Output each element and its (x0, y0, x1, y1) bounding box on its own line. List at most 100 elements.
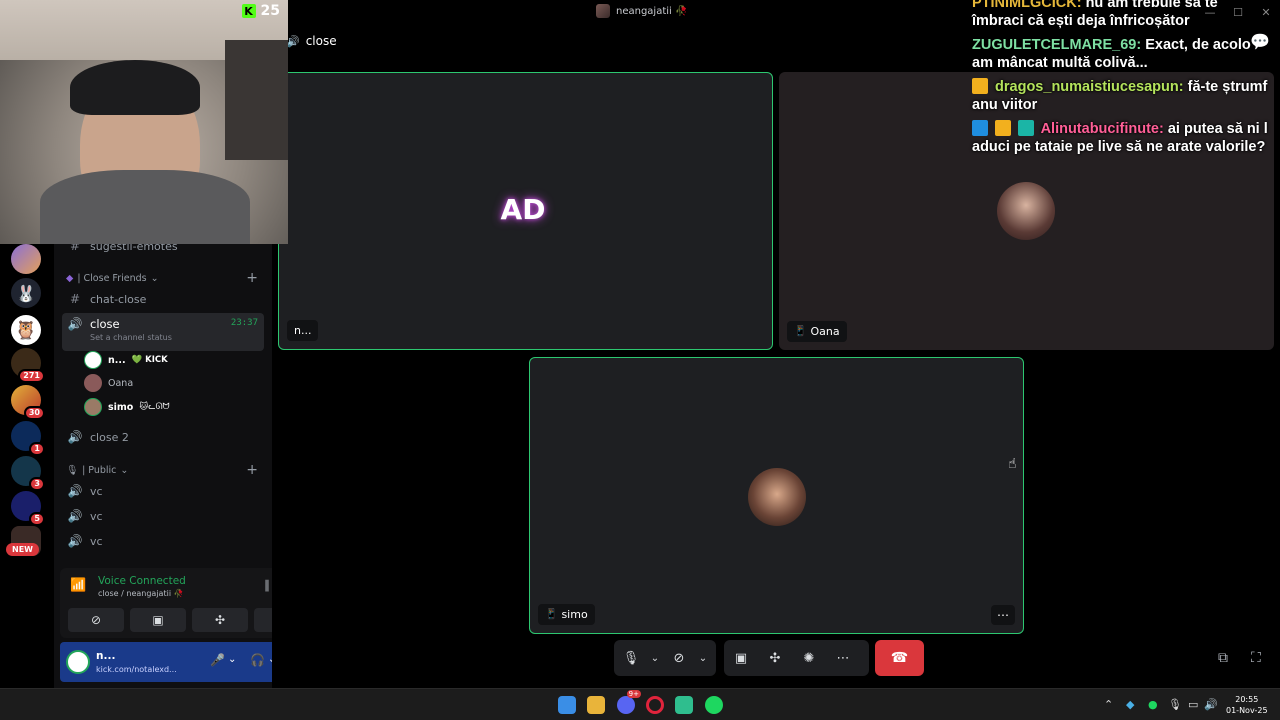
clock-time: 20:55 (1235, 695, 1259, 704)
channel-status-hint[interactable]: Set a channel status (90, 333, 172, 342)
channel-text: close Set a channel status (90, 317, 172, 342)
more-options-button[interactable]: ⋯ (991, 605, 1015, 625)
activities-icon[interactable]: ✣ (758, 651, 792, 666)
chat-message: dragos_numaistiucesapun: fă-te ștrumf an… (972, 78, 1270, 114)
voice-user[interactable]: n... 💚 KICK (84, 351, 168, 369)
participant-name: simo (561, 608, 588, 621)
voice-user[interactable]: Oana (84, 374, 133, 392)
folder-icon: ◆ (66, 273, 74, 284)
user-name: n... (108, 354, 126, 366)
chevron-down-icon[interactable]: ⌄ (228, 654, 236, 665)
more-icon[interactable]: ⋯ (826, 651, 860, 666)
server-icon[interactable]: 🐰 (11, 278, 41, 308)
participant-name: n... (294, 324, 312, 337)
avatar[interactable] (66, 650, 90, 674)
opera-icon[interactable] (646, 696, 664, 714)
app-icon[interactable] (675, 696, 693, 714)
camera-off-button[interactable]: ⊘ (68, 608, 124, 632)
channel-label: close (90, 317, 120, 331)
mic-camera-controls: 🎙 ⌄ ⊘ ⌄ (614, 640, 716, 676)
clock-date: 01-Nov-25 (1226, 706, 1268, 715)
screen-share-icon[interactable]: ▣ (724, 651, 758, 666)
noise-suppression-icon[interactable]: ∥ (264, 578, 270, 592)
hangup-icon: ☎ (890, 650, 909, 666)
chevron-down-icon: ⌄ (150, 273, 159, 284)
user-name[interactable]: n... (96, 650, 115, 662)
participant-tile[interactable]: 📱 simo ⋯ (529, 357, 1024, 634)
channel-vc[interactable]: 🔊 vc (62, 529, 264, 553)
channel-vc[interactable]: 🔊 vc (62, 504, 264, 528)
channel-label: vc (90, 534, 103, 548)
channel-label: vc (90, 484, 103, 498)
popout-icon[interactable]: ⧉ (1218, 650, 1228, 666)
server-icon[interactable]: 1 (11, 421, 45, 456)
add-channel-icon[interactable]: + (246, 270, 258, 286)
chevron-up-icon[interactable]: ⌃ (1104, 698, 1113, 711)
voice-location[interactable]: close / neangajatii 🥀 (98, 589, 184, 598)
moderator-badge-icon (972, 120, 988, 136)
soundboard-icon[interactable]: ✺ (792, 651, 826, 666)
fullscreen-icon[interactable]: ⛶ (1251, 650, 1261, 666)
tray-app-icon[interactable]: ◆ (1126, 698, 1134, 711)
add-channel-icon[interactable]: + (246, 462, 258, 478)
channel-vc[interactable]: 🔊 vc (62, 479, 264, 503)
kick-logo-icon: K (241, 4, 256, 18)
disconnect-button[interactable]: ☎ (875, 640, 924, 676)
speaker-icon: 🔊 (67, 430, 83, 444)
chevron-down-icon[interactable]: ⌄ (696, 653, 710, 664)
channel-close-selected[interactable]: 🔊 close Set a channel status 23:37 (62, 313, 264, 351)
chevron-down-icon: ⌄ (120, 465, 129, 476)
server-icon[interactable]: 3 (11, 456, 45, 491)
avatar (84, 374, 102, 392)
pin-icon: 🎙 (66, 465, 79, 476)
spotify-icon[interactable] (705, 696, 723, 714)
chat-message: ZUGULETCELMARE_69: Exact, de acolo am mâ… (972, 36, 1270, 72)
screen-share-button[interactable]: ▣ (130, 608, 186, 632)
monitor (225, 40, 288, 160)
microphone-icon[interactable]: 🎙 (614, 651, 648, 666)
crown-badge-icon (972, 78, 988, 94)
file-explorer-icon[interactable] (587, 696, 605, 714)
server-icon[interactable]: 🦉 (11, 315, 41, 345)
server-icon[interactable]: 271 (11, 348, 45, 383)
category-close-friends[interactable]: ◆ | Close Friends ⌄ (66, 273, 159, 284)
avatar (748, 468, 806, 526)
speaker-icon: 🔊 (286, 34, 300, 48)
crown-badge-icon (995, 120, 1012, 136)
server-icon[interactable]: 30 (11, 385, 45, 420)
chat-message: PTINIMLGCICK: nu am trebuie să te îmbrac… (972, 0, 1270, 30)
unread-badge: 3 (29, 477, 45, 491)
webcam-overlay: K 25 (0, 0, 288, 244)
chat-username: Alinutabucifinute: (1040, 121, 1164, 137)
clock[interactable]: 20:55 01-Nov-25 (1226, 694, 1268, 716)
call-header: 🔊 close (286, 34, 337, 48)
signal-icon[interactable]: 📶 (70, 578, 86, 593)
microphone-icon[interactable]: 🎙 (1168, 698, 1182, 711)
display-icon[interactable]: ▭ (1188, 698, 1198, 711)
voice-user[interactable]: simo 🐱ᓚᘏᗢ (84, 398, 170, 416)
volume-icon[interactable]: 🔊 (1204, 698, 1218, 711)
channel-close-2[interactable]: 🔊 close 2 (62, 425, 264, 449)
viewer-count: 25 (260, 3, 280, 19)
window-title-text: neangajatii 🥀 (616, 5, 688, 17)
camera-off-icon[interactable]: ⊘ (662, 651, 696, 666)
headphones-icon[interactable]: 🎧 (250, 653, 265, 667)
tray-app-icon[interactable]: ● (1148, 698, 1158, 711)
server-icon[interactable]: 5 (11, 491, 45, 526)
participant-tile[interactable]: AD n... (278, 72, 773, 350)
chat-username: ZUGULETCELMARE_69: (972, 37, 1142, 53)
user-name: Oana (108, 377, 134, 389)
channel-chat-close[interactable]: # chat-close (62, 287, 264, 311)
chevron-down-icon[interactable]: ⌄ (648, 653, 662, 664)
category-public[interactable]: 🎙 | Public ⌄ (66, 465, 128, 476)
server-icon[interactable] (11, 244, 41, 274)
windows-start-icon[interactable] (558, 696, 576, 714)
notification-badge: 9+ (626, 690, 641, 698)
activities-icon: ✣ (214, 613, 226, 627)
chat-username: PTINIMLGCICK: (972, 0, 1082, 11)
discord-icon[interactable]: 9+ (617, 690, 641, 714)
activities-button[interactable]: ✣ (192, 608, 248, 632)
taskbar: 9+ ⌃ ◆ ● 🎙 ▭ 🔊 20:55 01-Nov-25 (0, 688, 1280, 720)
microphone-icon[interactable]: 🎤 (210, 653, 225, 667)
streamer-shirt (40, 170, 250, 244)
